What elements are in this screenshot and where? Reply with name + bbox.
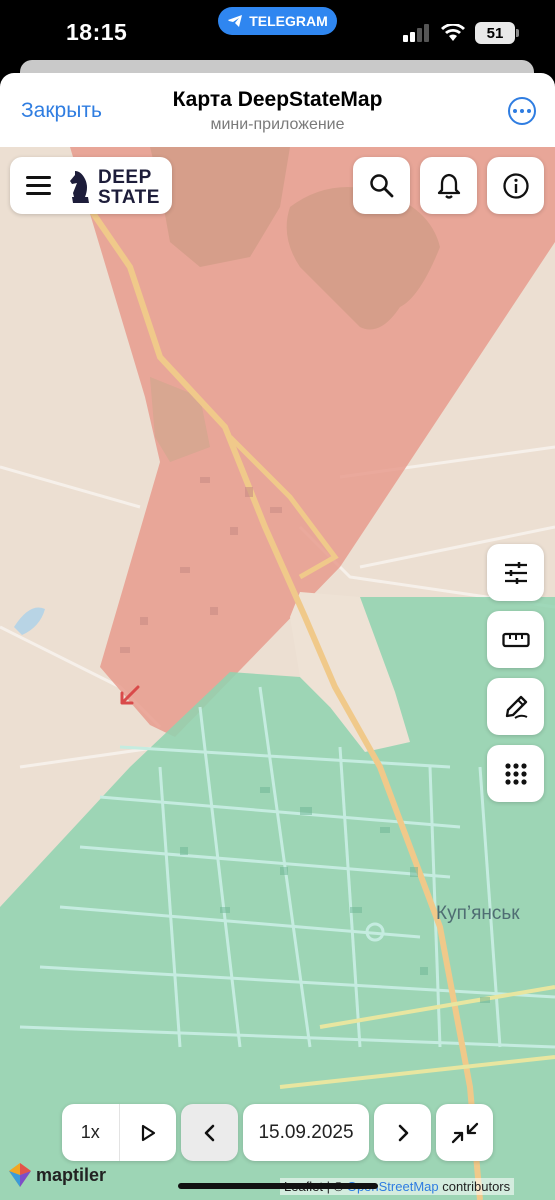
ruler-button[interactable]: [487, 611, 544, 668]
search-button[interactable]: [353, 157, 410, 214]
battery-indicator: 51: [475, 22, 519, 44]
brand-line2: STATE: [98, 187, 160, 208]
logo-menu-box[interactable]: DEEP STATE: [10, 157, 172, 214]
date-picker-button[interactable]: 15.09.2025: [243, 1104, 369, 1161]
chevron-left-icon: [204, 1124, 214, 1141]
map-base: [0, 147, 555, 1200]
page-title: Карта DeepStateMap: [172, 88, 383, 111]
signal-icon: [403, 24, 429, 42]
telegram-pill[interactable]: TELEGRAM: [218, 7, 337, 35]
ruler-icon: [501, 632, 530, 647]
telegram-pill-label: TELEGRAM: [249, 13, 328, 29]
wifi-icon: [441, 24, 465, 41]
prev-date-button[interactable]: [181, 1104, 238, 1161]
telegram-icon: [228, 15, 243, 27]
bell-icon: [437, 173, 460, 199]
maptiler-label: maptiler: [36, 1164, 107, 1185]
current-date: 15.09.2025: [258, 1121, 354, 1143]
chevron-right-icon: [398, 1124, 408, 1141]
brand-logo: DEEP STATE: [98, 168, 160, 208]
sliders-icon: [504, 561, 527, 584]
status-bar: 18:15 TELEGRAM 51: [0, 0, 555, 66]
home-indicator: [178, 1183, 378, 1189]
hamburger-icon[interactable]: [26, 176, 51, 195]
page-subtitle: мини-приложение: [210, 116, 345, 133]
pen-icon: [505, 695, 527, 719]
playback-group: 1x: [62, 1104, 176, 1161]
collapse-button[interactable]: [436, 1104, 493, 1161]
speed-label: 1x: [80, 1122, 100, 1142]
grid-icon: [504, 762, 527, 785]
draw-button[interactable]: [487, 678, 544, 735]
status-time: 18:15: [66, 19, 128, 45]
status-icons: 51: [403, 22, 519, 44]
info-button[interactable]: [487, 157, 544, 214]
map-canvas[interactable]: DEEP STATE Куп’янськ 1x 15.09.2025 mapti…: [0, 147, 555, 1200]
info-icon: [502, 172, 529, 199]
layers-grid-button[interactable]: [487, 745, 544, 802]
maptiler-logo[interactable]: maptiler: [8, 1162, 106, 1188]
mini-app-header: Закрыть Карта DeepStateMap мини-приложен…: [0, 73, 555, 147]
maptiler-icon: [9, 1163, 31, 1187]
search-icon: [369, 173, 393, 197]
play-button[interactable]: [120, 1104, 177, 1161]
attribution-suffix: contributors: [438, 1179, 511, 1194]
next-date-button[interactable]: [374, 1104, 431, 1161]
city-label: Куп’янськ: [436, 903, 520, 924]
filters-button[interactable]: [487, 544, 544, 601]
speed-button[interactable]: 1x: [62, 1104, 119, 1161]
more-options-icon[interactable]: [508, 97, 536, 125]
notifications-button[interactable]: [420, 157, 477, 214]
play-icon: [141, 1124, 155, 1141]
brand-line1: DEEP: [98, 167, 152, 188]
knight-logo-icon: [70, 171, 89, 203]
collapse-arrows-icon: [451, 1122, 478, 1143]
